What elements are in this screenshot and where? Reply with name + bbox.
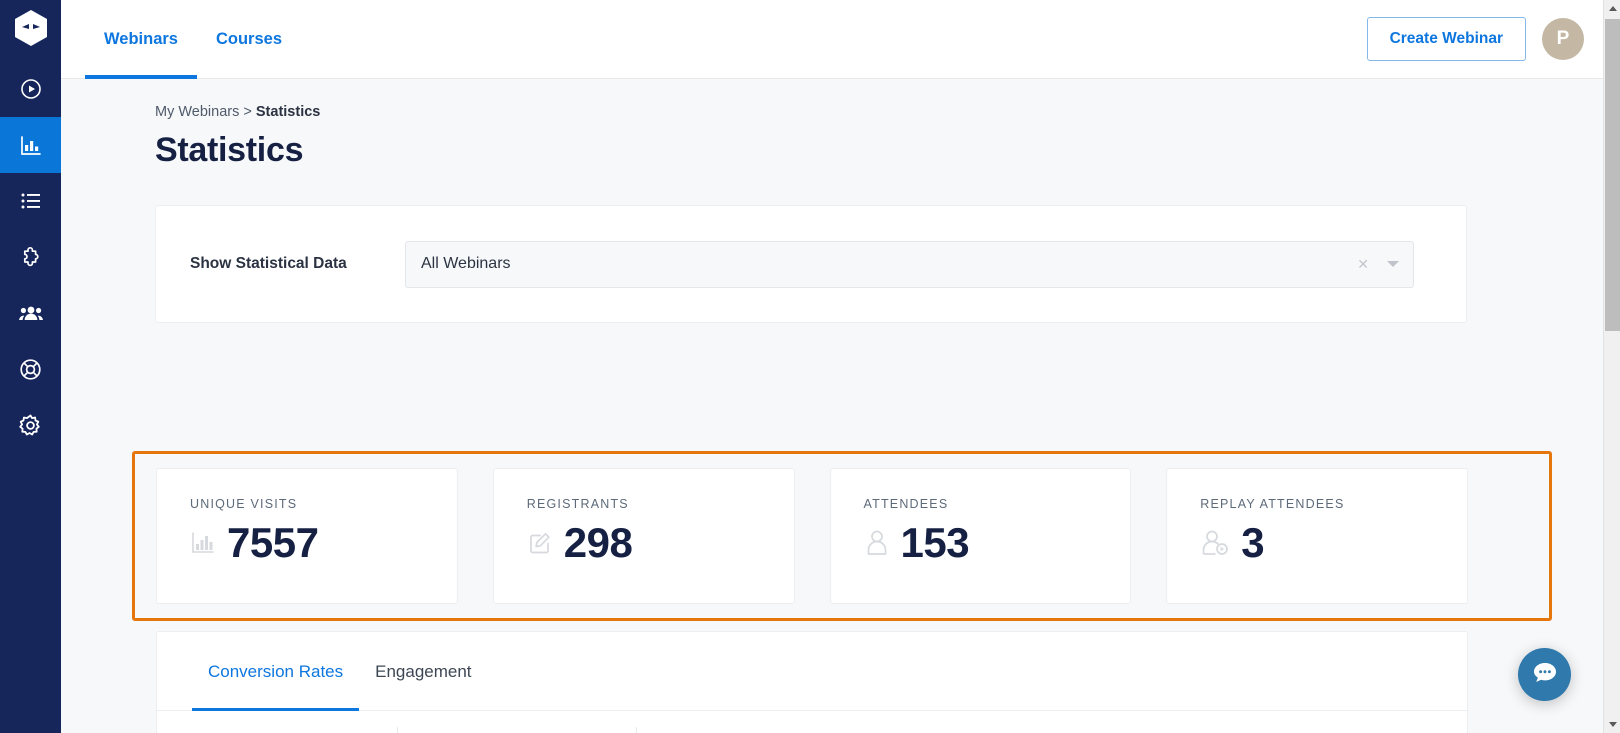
scroll-up-triangle: [1608, 6, 1617, 11]
user-replay-icon: [1200, 529, 1230, 557]
main-area: Webinars Courses Create Webinar P My Web…: [61, 0, 1620, 733]
tab-conversion-rates[interactable]: Conversion Rates: [192, 632, 360, 711]
create-webinar-button[interactable]: Create Webinar: [1366, 17, 1526, 61]
sidebar: [0, 0, 61, 733]
people-icon: [18, 301, 44, 325]
kpi-card-registrants[interactable]: Registrants 298: [492, 468, 795, 604]
sidebar-item-contacts[interactable]: [0, 285, 61, 341]
hexagon-logo-icon: [12, 8, 50, 53]
scrollbar-thumb[interactable]: [1605, 19, 1620, 331]
play-circle-icon: [19, 77, 43, 101]
scroll-up-arrow-icon[interactable]: [1604, 0, 1620, 17]
close-icon[interactable]: ✕: [1357, 257, 1369, 271]
puzzle-icon: [19, 245, 43, 269]
kpi-label: Unique Visits: [190, 497, 298, 511]
kpi-row: Unique Visits 7557: [156, 468, 1468, 604]
kpi-card-attendees[interactable]: Attendees 153: [829, 468, 1132, 604]
rate-show-up: 0% show up rate registration vs attendee…: [426, 727, 637, 733]
chat-bubble-icon: [1531, 658, 1559, 691]
statistical-data-select[interactable]: All Webinars ✕: [405, 240, 1414, 288]
kpi-value: 7557: [227, 519, 319, 566]
main-tabs: Webinars Courses: [61, 0, 301, 79]
chevron-down-icon[interactable]: [1387, 261, 1399, 267]
page-content: My Webinars > Statistics Statistics Show…: [61, 104, 1620, 733]
bar-chart-icon: [18, 133, 43, 158]
app-logo[interactable]: [0, 0, 61, 61]
breadcrumb-parent[interactable]: My Webinars: [155, 104, 239, 120]
app-root: Webinars Courses Create Webinar P My Web…: [0, 0, 1620, 733]
kpi-label: Registrants: [526, 497, 629, 511]
page-title: Statistics: [155, 131, 304, 169]
sidebar-item-live[interactable]: [0, 61, 61, 117]
life-ring-icon: [18, 357, 43, 382]
bar-chart-icon: [190, 530, 216, 556]
avatar[interactable]: P: [1542, 18, 1584, 60]
tab-engagement[interactable]: Engagement: [359, 632, 487, 711]
rate-sign-up: 50% sign up rate visits vs registrations: [190, 727, 399, 733]
list-icon: [19, 189, 43, 213]
breadcrumb: My Webinars > Statistics: [155, 104, 1620, 120]
sidebar-item-support[interactable]: [0, 341, 61, 397]
kpi-value: 298: [563, 519, 633, 566]
chat-launcher-button[interactable]: [1518, 648, 1571, 701]
rates-card: Conversion Rates Engagement 50% sign up …: [156, 631, 1468, 733]
kpi-value-row: 3: [1200, 522, 1467, 564]
scroll-down-triangle: [1608, 722, 1617, 727]
tab-webinars-label: Webinars: [104, 30, 178, 48]
sidebar-item-statistics[interactable]: [0, 117, 61, 173]
sidebar-item-list[interactable]: [0, 173, 61, 229]
filter-label: Show Statistical Data: [190, 255, 347, 272]
breadcrumb-current: Statistics: [255, 104, 321, 120]
vertical-scrollbar[interactable]: [1603, 0, 1620, 733]
kpi-card-unique-visits[interactable]: Unique Visits 7557: [156, 468, 458, 604]
avatar-initial: P: [1556, 28, 1570, 49]
sidebar-item-integrations[interactable]: [0, 229, 61, 285]
rates-row: 50% sign up rate visits vs registrations…: [157, 711, 1467, 733]
kpi-value: 153: [900, 519, 970, 566]
kpi-card-replay-attendees[interactable]: Replay Attendees 3: [1166, 468, 1468, 604]
kpi-label: Replay Attendees: [1200, 497, 1345, 511]
top-bar: Webinars Courses Create Webinar P: [61, 0, 1620, 79]
kpi-value-row: 7557: [190, 522, 457, 564]
sidebar-item-settings[interactable]: [0, 397, 61, 453]
rates-tabs: Conversion Rates Engagement: [157, 632, 1467, 711]
kpi-value-row: 153: [864, 522, 1131, 564]
rate-replay-show-up: 0% replay show up rate registration vs a…: [665, 727, 875, 733]
top-bar-actions: Create Webinar P: [1366, 17, 1584, 61]
tab-courses-label: Courses: [215, 30, 282, 48]
scroll-down-arrow-icon[interactable]: [1604, 716, 1620, 733]
filter-card: Show Statistical Data All Webinars ✕: [155, 205, 1467, 323]
kpi-label: Attendees: [863, 497, 949, 511]
gear-icon: [18, 413, 43, 438]
breadcrumb-separator: >: [239, 104, 256, 120]
select-value: All Webinars: [421, 255, 511, 272]
user-icon: [864, 529, 890, 557]
edit-note-icon: [527, 530, 553, 556]
tab-engagement-label: Engagement: [375, 661, 472, 681]
kpi-value-row: 298: [527, 522, 794, 564]
tab-courses[interactable]: Courses: [197, 0, 301, 79]
tab-webinars[interactable]: Webinars: [85, 0, 197, 79]
tab-conversion-rates-label: Conversion Rates: [208, 661, 344, 681]
kpi-value: 3: [1241, 519, 1265, 566]
